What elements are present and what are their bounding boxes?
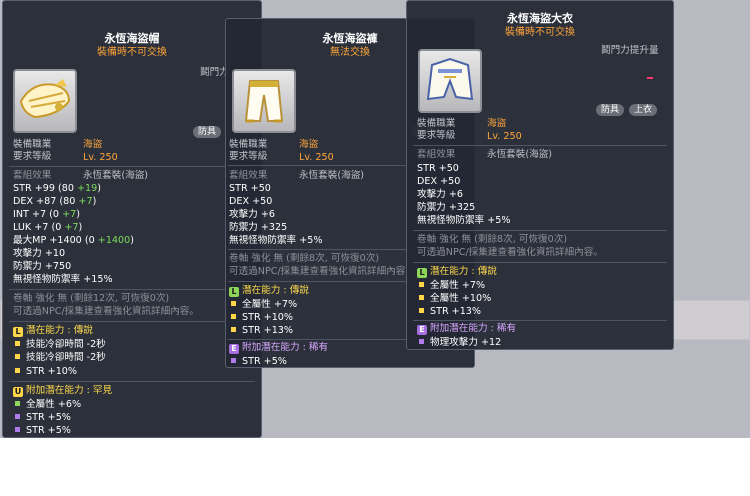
divider: [9, 381, 255, 382]
potential-line: STR +10%: [231, 312, 293, 323]
item-icon: [418, 49, 482, 113]
set-effect-value: 永恆套裝(海盜): [83, 170, 149, 181]
job-label: 裝備職業: [229, 139, 268, 150]
set-effect-label: 套組效果: [229, 170, 268, 181]
unique-tag-icon: U: [13, 387, 23, 397]
item-tooltip-hat: 永恆海盜帽 裝備時不可交換 鬭門力 防具 裝備職業 海盜 要求等級 Lv. 25…: [2, 0, 262, 438]
potential-line: 技能冷卻時間 -2秒: [15, 339, 106, 350]
potential-line: STR +10%: [15, 366, 77, 377]
legendary-tag-icon: L: [417, 268, 427, 278]
potential-line: STR +13%: [231, 325, 293, 336]
divider: [413, 145, 667, 146]
stat-str: STR +99 (80 +19): [13, 183, 102, 194]
level-label: 要求等級: [13, 151, 52, 162]
additional-potential-line: 全屬性 +6%: [15, 399, 81, 410]
item-name: 永恆海盜大衣: [507, 12, 573, 25]
scroll-info: 卷軸 強化 無 (剩餘8次, 可恢復0次): [229, 253, 380, 264]
category-badge: 防具: [193, 126, 222, 138]
combat-power-indicator: [647, 77, 653, 79]
additional-potential-line: STR +5%: [231, 356, 287, 367]
stat-dex: DEX +50: [229, 196, 273, 207]
stat-attack: 攻擊力 +6: [417, 189, 463, 200]
job-value: 海盜: [83, 139, 103, 150]
epic-tag-icon: E: [229, 344, 239, 354]
category-badge: 防具: [596, 104, 625, 116]
stat-str: STR +50: [229, 183, 271, 194]
stat-attack: 攻擊力 +6: [229, 209, 275, 220]
additional-potential-line: STR +5%: [15, 412, 71, 423]
item-icon: [232, 69, 296, 133]
job-label: 裝備職業: [13, 139, 52, 150]
additional-potential-header: U 附加潛在能力 : 罕見: [13, 385, 113, 397]
job-value: 海盜: [487, 118, 507, 129]
stat-int: INT +7 (0 +7): [13, 209, 80, 220]
pirate-pants-icon: [244, 80, 284, 123]
divider: [9, 321, 255, 322]
scroll-info: 卷軸 強化 無 (剩餘8次, 可恢復0次): [417, 234, 568, 245]
potential-line: 全屬性 +10%: [419, 293, 491, 304]
potential-header: L 潛在能力 : 傳說: [13, 325, 93, 337]
divider: [413, 230, 667, 231]
npc-info: 可透過NPC/採集建查看強化資訊詳細內容。: [13, 306, 199, 317]
stat-luk: LUK +7 (0 +7): [13, 222, 83, 233]
pirate-coat-icon: [426, 57, 474, 101]
set-effect-label: 套組效果: [417, 149, 456, 160]
npc-info: 可透過NPC/採集建查看強化資訊詳細內容。: [417, 247, 603, 258]
stat-attack: 攻擊力 +10: [13, 248, 66, 259]
divider: [9, 166, 255, 167]
stat-defense: 防禦力 +750: [13, 261, 72, 272]
pirate-hat-icon: [19, 79, 71, 119]
stat-defense: 防禦力 +325: [229, 222, 288, 233]
additional-potential-header: E 附加潛在能力 : 稀有: [417, 323, 516, 335]
additional-potential-line: STR +5%: [15, 425, 71, 436]
stat-ignore-defense: 無視怪物防禦率 +15%: [13, 274, 113, 285]
legendary-tag-icon: L: [13, 327, 23, 337]
level-value: Lv. 250: [83, 152, 118, 163]
npc-info: 可透過NPC/採集建查看強化資訊詳細內容: [229, 266, 406, 277]
additional-potential-header: E 附加潛在能力 : 稀有: [229, 342, 328, 354]
item-icon: [13, 69, 77, 133]
set-effect-label: 套組效果: [13, 170, 52, 181]
set-effect-value: 永恆套裝(海盜): [299, 170, 365, 181]
level-label: 要求等級: [417, 130, 456, 141]
level-label: 要求等級: [229, 151, 268, 162]
trade-status: 裝備時不可交換: [505, 27, 575, 38]
combat-power-label: 鬭門力提升量: [601, 45, 659, 56]
potential-header: L 潛在能力 : 傳說: [229, 285, 309, 297]
divider: [9, 289, 255, 290]
additional-potential-line: 物理攻擊力 +12: [419, 337, 501, 348]
stat-defense: 防禦力 +325: [417, 202, 476, 213]
trade-status: 裝備時不可交換: [97, 47, 167, 58]
level-value: Lv. 250: [487, 131, 522, 142]
stat-str: STR +50: [417, 163, 459, 174]
epic-tag-icon: E: [417, 325, 427, 335]
divider: [413, 320, 667, 321]
set-effect-value: 永恆套裝(海盜): [487, 149, 553, 160]
legendary-tag-icon: L: [229, 287, 239, 297]
divider: [413, 262, 667, 263]
potential-line: STR +13%: [419, 306, 481, 317]
stat-dex: DEX +50: [417, 176, 461, 187]
item-name: 永恆海盜帽: [104, 32, 160, 45]
subcategory-badge: 上衣: [629, 104, 658, 116]
item-tooltip-coat: 永恆海盜大衣 裝備時不可交換 鬭門力提升量 防具 上衣 裝備職業 海盜 要求等級…: [406, 0, 674, 350]
job-value: 海盜: [299, 139, 319, 150]
scroll-info: 卷軸 強化 無 (剩餘12次, 可恢復0次): [13, 293, 170, 304]
potential-header: L 潛在能力 : 傳說: [417, 266, 497, 278]
stat-ignore-defense: 無視怪物防禦率 +5%: [417, 215, 511, 226]
potential-line: 全屬性 +7%: [231, 299, 297, 310]
stat-dex: DEX +87 (80 +7): [13, 196, 97, 207]
potential-line: 全屬性 +7%: [419, 280, 485, 291]
stat-ignore-defense: 無視怪物防禦率 +5%: [229, 235, 323, 246]
job-label: 裝備職業: [417, 118, 456, 129]
level-value: Lv. 250: [299, 152, 334, 163]
potential-line: 技能冷卻時間 -2秒: [15, 352, 106, 363]
stat-maxmp: 最大MP +1400 (0 +1400): [13, 235, 134, 246]
